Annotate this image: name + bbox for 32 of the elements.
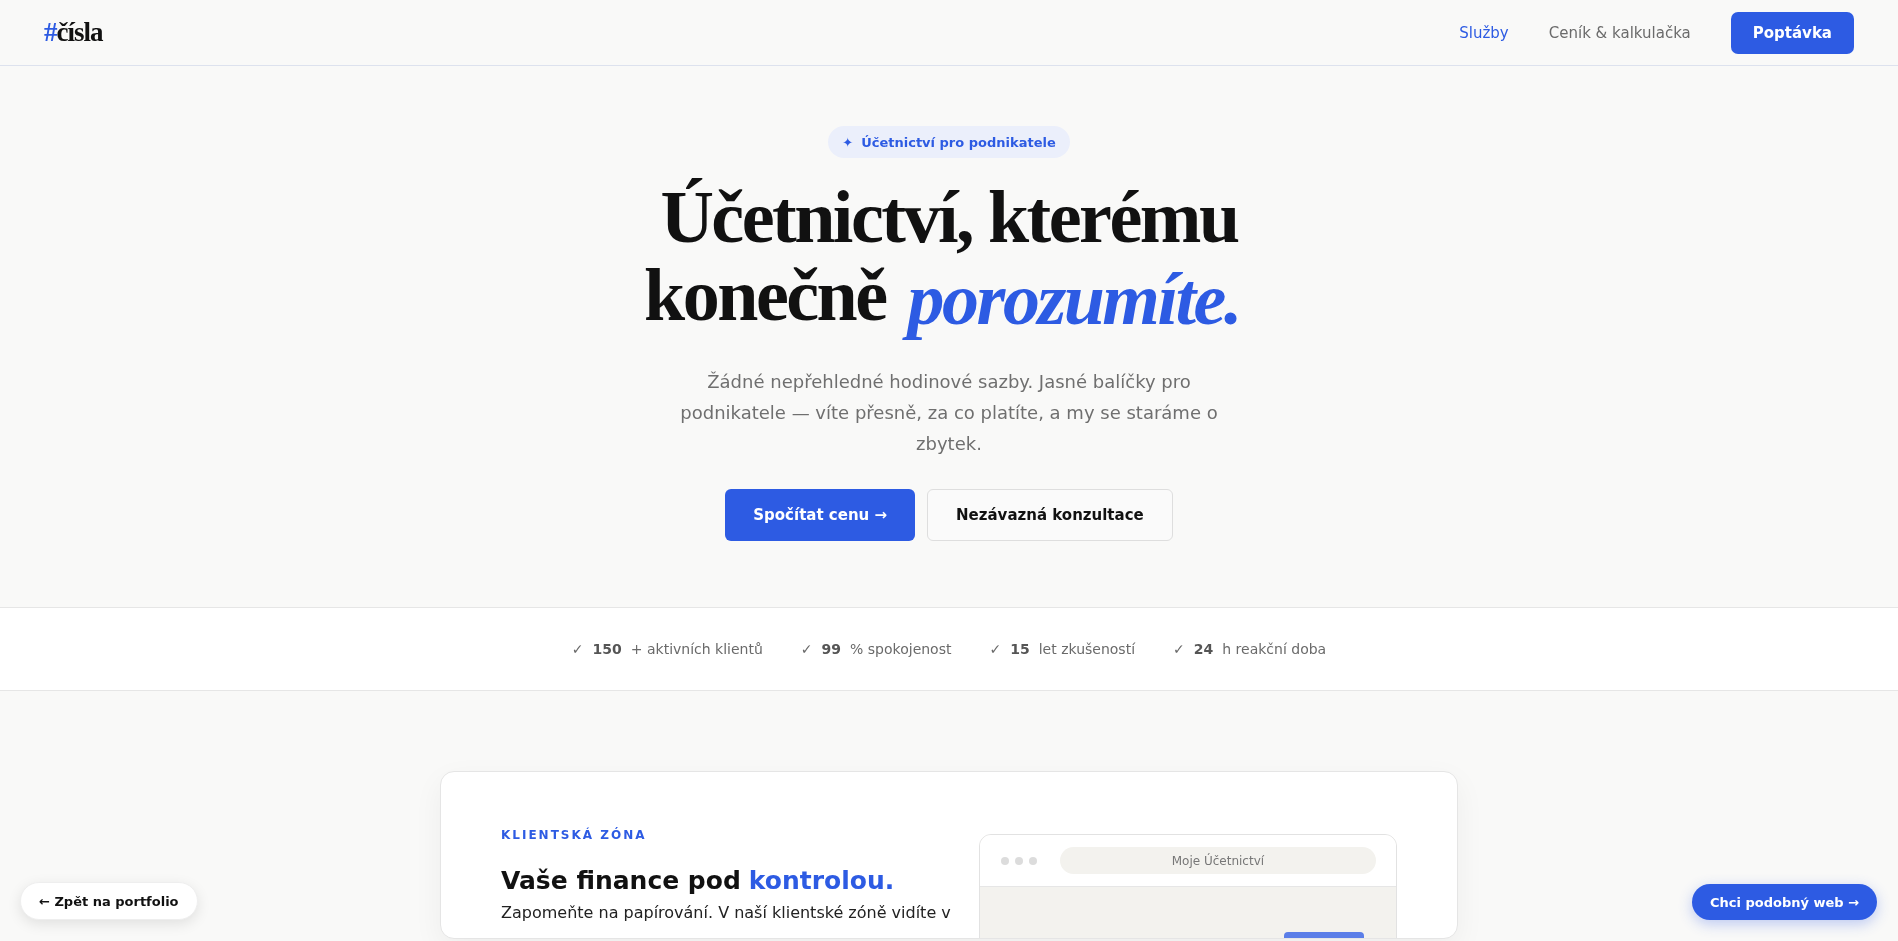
stat-label: + aktivních klientů [630,641,763,657]
hero-title: Účetnictví, kterému [660,178,1238,256]
similar-web-button[interactable]: Chci podobný web → [1691,884,1877,920]
stat-value: 24 [1193,641,1214,657]
check-icon: ✓ [800,641,813,657]
hero-subtitle: Žádné nepřehledné hodinové sazby. Jasné balíčky pro podnikatele — víte přesně, za co platíte, a my se staráme o zbytek. [679,370,1219,456]
hero-title: konečně [644,256,886,338]
stat-label: h reakční doba [1222,641,1327,657]
hero-title-accent: porozumíte. [901,256,1254,348]
section-heading: Vaše finance pod [501,866,741,895]
section-text: Zapomeňte na papírování. V naší klientské zóně vidíte v [501,902,951,924]
nav-link[interactable]: Služby [1459,23,1509,42]
inquiry-button[interactable]: Poptávka [1730,11,1854,54]
back-to-portfolio-button[interactable]: ← Zpět na portfolio [20,882,198,920]
check-icon: ✓ [1173,641,1185,657]
address-bar: Moje Účetnictví [1059,847,1376,874]
badge-label: Účetnictví pro podnikatele [861,134,1056,150]
window-dots-icon [999,855,1038,866]
check-icon: ✓ [989,641,1002,657]
stat-value: 99 [821,641,842,657]
stat-value: 15 [1010,641,1030,657]
stat-value: 150 [592,641,622,657]
logo[interactable]: #čísla [44,17,103,48]
stat-label: % spokojenost [850,641,952,657]
section-heading-accent: kontrolou. [748,866,895,895]
consultation-button[interactable]: Nezávazná konzultace [927,489,1173,541]
check-icon: ✓ [571,641,584,657]
nav-link[interactable]: Ceník & kalkulačka [1548,23,1691,42]
calculate-price-button[interactable]: Spočítat cenu → [725,489,916,541]
section-eyebrow: KLIENTSKÁ ZÓNA [501,828,648,842]
sparkle-icon: ✦ [842,134,854,150]
stat-label: let zkušeností [1038,641,1136,657]
